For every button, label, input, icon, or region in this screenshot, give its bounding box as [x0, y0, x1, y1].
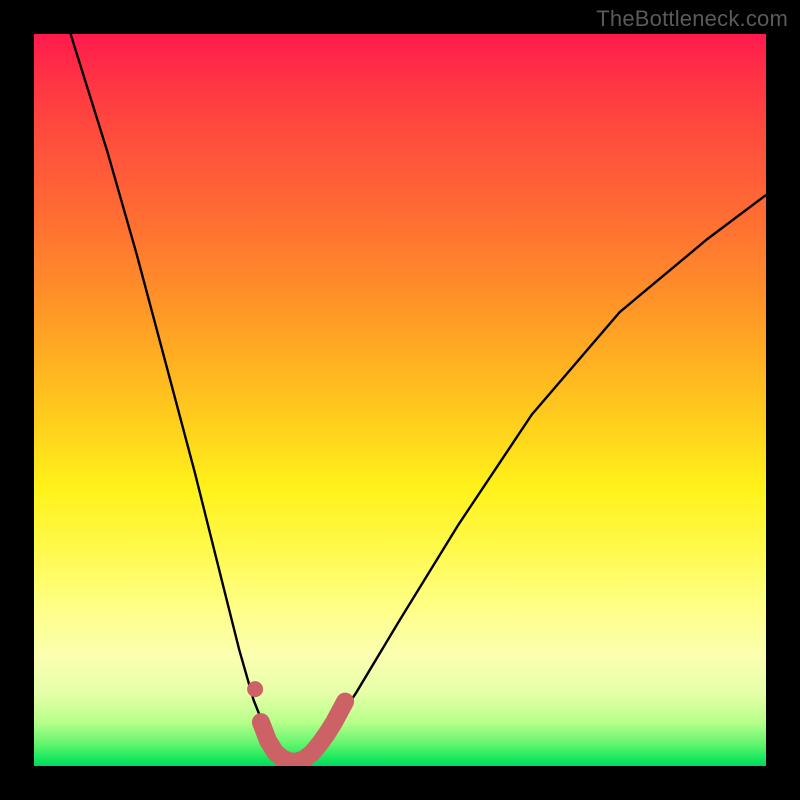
chart-svg: [34, 34, 766, 766]
chart-plot-area: [34, 34, 766, 766]
watermark-text: TheBottleneck.com: [596, 6, 788, 32]
bottleneck-curve: [71, 34, 766, 762]
chart-frame: TheBottleneck.com: [0, 0, 800, 800]
dot-left: [247, 681, 263, 697]
thick-overlay: [247, 681, 345, 762]
curve-line: [71, 34, 766, 762]
thick-segment: [261, 702, 345, 762]
